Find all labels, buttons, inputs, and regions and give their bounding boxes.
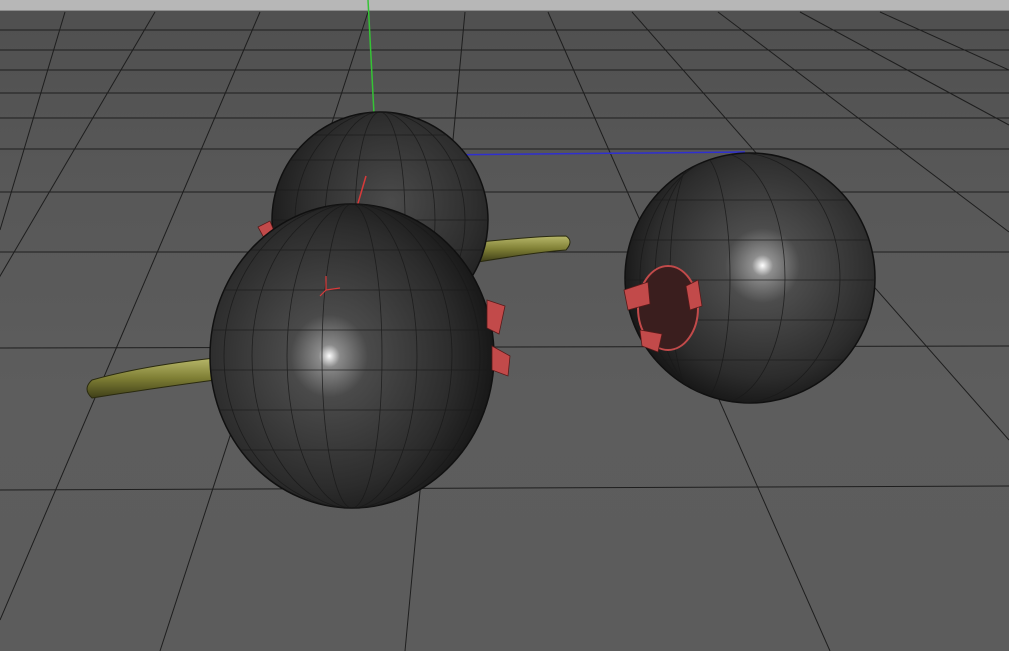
x-axis-line (434, 151, 746, 156)
calyx-front-bottom[interactable] (491, 345, 511, 377)
stem-front[interactable] (86, 357, 216, 399)
calyx-front-top[interactable] (486, 299, 506, 335)
3d-viewport[interactable] (0, 0, 1009, 651)
viewport-scene[interactable] (0, 0, 1009, 651)
berry-front[interactable] (86, 203, 511, 509)
berry-right[interactable] (620, 152, 880, 404)
